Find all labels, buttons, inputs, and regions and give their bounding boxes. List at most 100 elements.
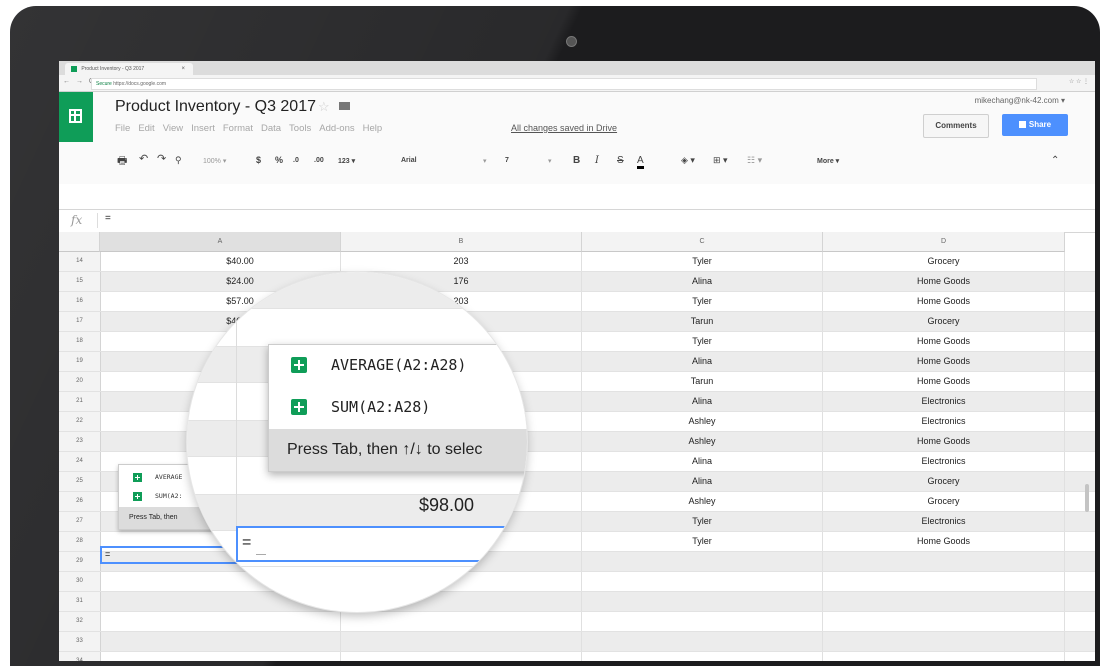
cell-c[interactable]: Alina <box>582 352 823 371</box>
font-size-select[interactable]: 7 <box>505 157 509 164</box>
column-header-b[interactable]: B <box>341 232 582 252</box>
star-icon[interactable]: ☆ <box>318 99 330 115</box>
cell-b[interactable] <box>341 632 582 651</box>
cell-a[interactable] <box>100 652 341 661</box>
row-number[interactable]: 33 <box>59 632 101 651</box>
row-number[interactable]: 19 <box>59 352 101 371</box>
row-number[interactable]: 32 <box>59 612 101 631</box>
column-header-c[interactable]: C <box>582 232 823 252</box>
cell-d[interactable]: Grocery <box>823 492 1065 511</box>
cell-c[interactable] <box>582 552 823 571</box>
cell-d[interactable]: Grocery <box>823 312 1065 331</box>
menu-data[interactable]: Data <box>261 123 281 134</box>
folder-icon[interactable] <box>339 102 350 110</box>
url-input[interactable]: Secure https://docs.google.com <box>91 78 1037 90</box>
cell-d[interactable]: Grocery <box>823 252 1065 271</box>
strikethrough-button[interactable]: S <box>617 155 624 166</box>
cell-d[interactable] <box>823 652 1065 661</box>
cell-c[interactable]: Alina <box>582 272 823 291</box>
cell-c[interactable]: Ashley <box>582 432 823 451</box>
cell-d[interactable]: Grocery <box>823 472 1065 491</box>
number-format-select[interactable]: 123 ▾ <box>338 157 355 165</box>
row-number[interactable]: 30 <box>59 572 101 591</box>
cell-d[interactable]: Home Goods <box>823 372 1065 391</box>
row-number[interactable]: 20 <box>59 372 101 391</box>
increase-decimal-button[interactable]: .00 <box>314 157 324 164</box>
cell-c[interactable] <box>582 572 823 591</box>
row-number[interactable]: 21 <box>59 392 101 411</box>
cell-d[interactable]: Electronics <box>823 512 1065 531</box>
menu-tools[interactable]: Tools <box>289 123 311 134</box>
cell-d[interactable]: Home Goods <box>823 532 1065 551</box>
row-number[interactable]: 18 <box>59 332 101 351</box>
print-icon[interactable]: 🖶 <box>117 152 127 171</box>
row-number[interactable]: 25 <box>59 472 101 491</box>
redo-icon[interactable]: ↷ <box>157 152 166 165</box>
cell-d[interactable] <box>823 592 1065 611</box>
italic-button[interactable]: I <box>595 155 599 166</box>
zoom-select[interactable]: 100% ▾ <box>203 157 226 165</box>
font-dropdown-icon[interactable]: ▾ <box>483 157 487 165</box>
cell-d[interactable] <box>823 612 1065 631</box>
cell-a[interactable] <box>100 632 341 651</box>
cell-c[interactable] <box>582 592 823 611</box>
cell-d[interactable] <box>823 572 1065 591</box>
menu-format[interactable]: Format <box>223 123 253 134</box>
currency-button[interactable]: $ <box>256 155 261 165</box>
cell-c[interactable]: Tyler <box>582 532 823 551</box>
cell-c[interactable]: Alina <box>582 392 823 411</box>
cell-d[interactable]: Home Goods <box>823 292 1065 311</box>
magnified-suggestion-average[interactable]: AVERAGE(A2:A28) <box>269 345 527 387</box>
menu-edit[interactable]: Edit <box>138 123 154 134</box>
merge-cells-button[interactable]: ☷ ▾ <box>747 155 762 166</box>
row-number[interactable]: 14 <box>59 252 101 271</box>
row-number[interactable]: 29 <box>59 552 101 571</box>
font-select[interactable]: Arial <box>401 157 417 164</box>
share-button[interactable]: Share <box>1002 114 1068 136</box>
cell-d[interactable] <box>823 552 1065 571</box>
decrease-decimal-button[interactable]: .0 <box>293 157 299 164</box>
browser-menu-icons[interactable]: ☆ ☆ ⋮ <box>1069 78 1089 85</box>
cell-a[interactable] <box>100 612 341 631</box>
account-email[interactable]: mikechang@nk-42.com ▾ <box>975 96 1065 105</box>
menu-addons[interactable]: Add-ons <box>319 123 354 134</box>
row-number[interactable]: 23 <box>59 432 101 451</box>
cell-b[interactable]: 203 <box>341 252 582 271</box>
cell-c[interactable] <box>582 632 823 651</box>
menu-insert[interactable]: Insert <box>191 123 215 134</box>
fill-color-button[interactable]: ◈ ▾ <box>681 155 695 166</box>
bold-button[interactable]: B <box>573 155 580 166</box>
vertical-scrollbar[interactable] <box>1085 484 1089 512</box>
paint-format-icon[interactable]: ⚲ <box>175 155 182 166</box>
cell-c[interactable] <box>582 612 823 631</box>
cell-c[interactable]: Tarun <box>582 372 823 391</box>
row-number[interactable]: 31 <box>59 592 101 611</box>
close-tab-icon[interactable]: × <box>181 63 185 75</box>
row-number[interactable]: 22 <box>59 412 101 431</box>
cell-d[interactable]: Home Goods <box>823 352 1065 371</box>
select-all-corner[interactable] <box>59 232 100 252</box>
row-number[interactable]: 24 <box>59 452 101 471</box>
browser-tab[interactable]: Product Inventory - Q3 2017 × <box>65 63 193 75</box>
cell-d[interactable]: Home Goods <box>823 332 1065 351</box>
magnified-active-cell[interactable]: = <box>236 526 527 562</box>
cell-d[interactable]: Home Goods <box>823 272 1065 291</box>
cell-d[interactable]: Electronics <box>823 452 1065 471</box>
sheets-logo[interactable] <box>59 92 93 142</box>
row-number[interactable]: 16 <box>59 292 101 311</box>
borders-button[interactable]: ⊞ ▾ <box>713 155 728 166</box>
comments-button[interactable]: Comments <box>923 114 989 138</box>
more-button[interactable]: More ▾ <box>817 157 839 165</box>
cell-c[interactable]: Alina <box>582 472 823 491</box>
cell-c[interactable]: Tyler <box>582 512 823 531</box>
cell-c[interactable]: Alina <box>582 452 823 471</box>
cell-c[interactable] <box>582 652 823 661</box>
row-number[interactable]: 17 <box>59 312 101 331</box>
undo-icon[interactable]: ↶ <box>139 152 148 165</box>
magnified-suggestion-sum[interactable]: SUM(A2:A28) <box>269 387 527 429</box>
document-title[interactable]: Product Inventory - Q3 2017 <box>115 98 316 116</box>
save-status[interactable]: All changes saved in Drive <box>511 123 617 133</box>
column-header-a[interactable]: A <box>100 232 341 252</box>
cell-b[interactable] <box>341 612 582 631</box>
cell-c[interactable]: Tarun <box>582 312 823 331</box>
